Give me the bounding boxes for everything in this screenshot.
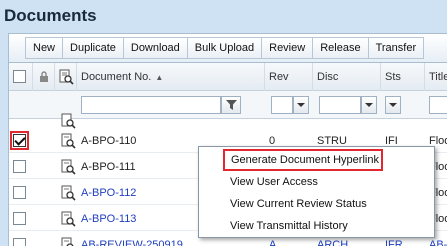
bulk-upload-button[interactable]: Bulk Upload — [187, 37, 263, 59]
generate-document-hyperlink-item[interactable]: Generate Document Hyperlink — [223, 149, 383, 171]
dropdown-arrow-icon — [365, 103, 373, 107]
row-checkbox[interactable] — [13, 238, 26, 246]
header-lock-column — [33, 63, 55, 91]
document-no-link[interactable]: A-BPO-112 — [77, 181, 136, 205]
dropdown-arrow-icon — [297, 103, 305, 107]
document-search-icon[interactable] — [60, 159, 76, 175]
rev-filter-select[interactable] — [271, 96, 293, 114]
filter-button[interactable] — [221, 96, 241, 114]
row-checkbox[interactable] — [13, 186, 26, 199]
rev-filter-dropdown[interactable] — [293, 96, 309, 114]
view-user-access-item[interactable]: View User Access — [199, 171, 434, 193]
toolbar: New Duplicate Download Bulk Upload Revie… — [8, 33, 447, 63]
document-search-icon[interactable] — [60, 237, 76, 246]
download-button[interactable]: Download — [123, 37, 188, 59]
filter-icon — [225, 100, 237, 110]
document-no-link[interactable]: AB-REVIEW-250919 — [77, 233, 183, 246]
column-header-disc[interactable]: Disc — [313, 63, 381, 91]
header-select-all[interactable] — [9, 63, 33, 91]
sort-ascending-icon: ▲ — [155, 72, 164, 82]
document-no-cell[interactable]: A-BPO-110 — [77, 129, 136, 153]
select-all-checkbox[interactable] — [13, 70, 26, 83]
document-search-icon[interactable] — [60, 133, 76, 149]
document-no-link[interactable]: A-BPO-113 — [77, 207, 136, 231]
column-header-rev[interactable]: Rev — [265, 63, 313, 91]
disc-filter-dropdown[interactable] — [361, 96, 377, 114]
document-search-icon — [59, 69, 74, 85]
dropdown-arrow-icon — [389, 103, 397, 107]
document-no-filter-input[interactable] — [81, 96, 221, 114]
header-view-column — [55, 63, 77, 91]
view-transmittal-history-item[interactable]: View Transmittal History — [199, 215, 434, 237]
column-header-label: Document No. — [81, 71, 152, 83]
duplicate-button[interactable]: Duplicate — [63, 37, 124, 59]
column-header-document-no[interactable]: Document No. ▲ — [77, 63, 265, 91]
context-menu: Generate Document Hyperlink View User Ac… — [198, 146, 435, 238]
transfer-button[interactable]: Transfer — [368, 37, 425, 59]
view-current-review-status-item[interactable]: View Current Review Status — [199, 193, 434, 215]
lock-icon — [39, 71, 48, 82]
document-search-icon[interactable] — [60, 113, 76, 129]
document-search-icon[interactable] — [60, 211, 76, 227]
row-checkbox[interactable] — [13, 212, 26, 225]
review-button[interactable]: Review — [262, 37, 314, 59]
document-search-icon[interactable] — [60, 185, 76, 201]
row-checkbox[interactable] — [13, 160, 26, 173]
page-title: Documents — [4, 6, 97, 25]
highlight-box — [10, 131, 29, 150]
column-header-title[interactable]: Title — [425, 63, 447, 91]
new-button[interactable]: New — [25, 37, 64, 59]
document-no-cell[interactable]: A-BPO-111 — [77, 155, 136, 179]
disc-filter-select[interactable] — [319, 96, 361, 114]
release-button[interactable]: Release — [313, 37, 369, 59]
sts-filter-dropdown[interactable] — [385, 96, 401, 114]
title-filter-input[interactable] — [429, 96, 447, 114]
column-header-sts[interactable]: Sts — [381, 63, 425, 91]
grid-header: Document No. ▲ Rev Disc Sts Title — [9, 63, 447, 91]
